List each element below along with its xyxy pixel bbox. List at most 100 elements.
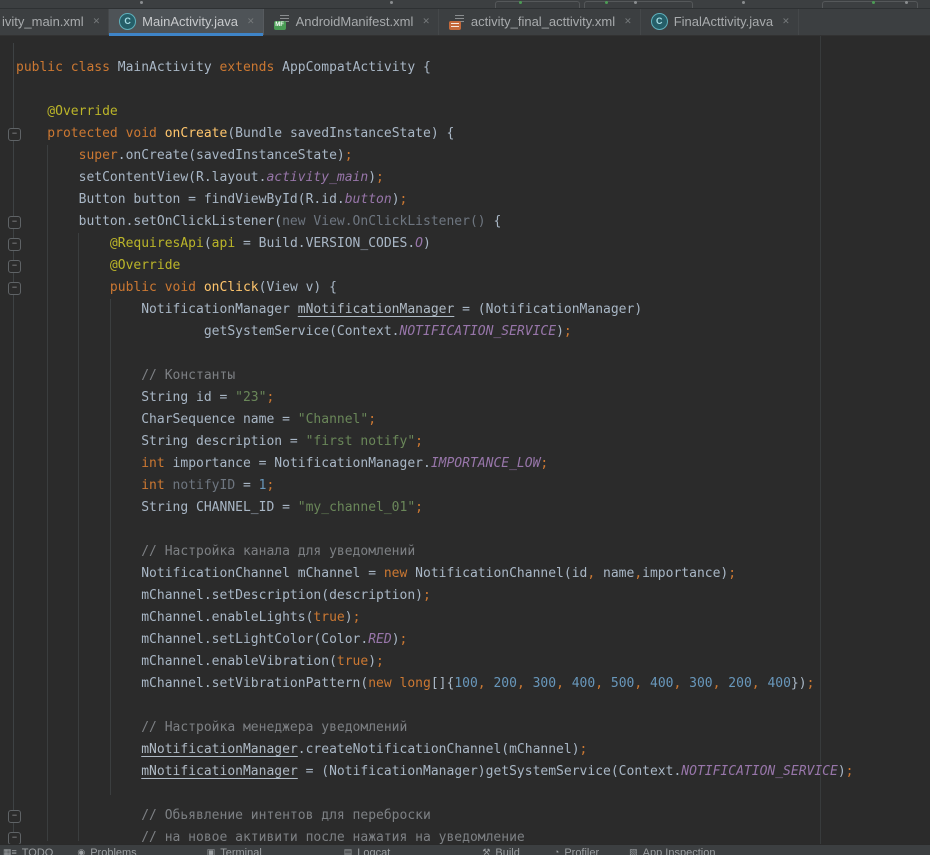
toolbar-dot-icon <box>140 1 143 4</box>
code-line: protected void onCreate(Bundle savedInst… <box>16 123 930 145</box>
tab-bar: ivity_main.xml ✕ C MainActivity.java ✕ MF Andr… <box>0 8 930 36</box>
toolbar-dot-icon <box>905 1 908 4</box>
main-toolbar-sliver <box>0 0 930 9</box>
toolbar-dot-icon <box>390 1 393 4</box>
code-line <box>16 519 930 541</box>
code-line: mNotificationManager = (NotificationMana… <box>16 761 930 783</box>
code-line: // Настройка менеджера уведомлений <box>16 717 930 739</box>
toolbar-dot-icon <box>634 1 637 4</box>
tool-window-button-app-inspection[interactable]: ▧ App Inspection <box>629 845 715 855</box>
tab-finalacttivity-java[interactable]: C FinalActtivity.java ✕ <box>641 8 799 35</box>
code-line: public void onClick(View v) { <box>16 277 930 299</box>
gutter-fold-line <box>13 43 14 841</box>
tool-window-stripe-icon[interactable]: ▦ <box>3 845 12 855</box>
tool-window-bar: ▦ ≡ TODO ◉ Problems ▣ Terminal ▤ Logcat ⚒ Build ◔ P… <box>0 844 930 855</box>
code-line: int notifyID = 1; <box>16 475 930 497</box>
code-line: setContentView(R.layout.activity_main); <box>16 167 930 189</box>
code-line: String id = "23"; <box>16 387 930 409</box>
code-line: @Override <box>16 255 930 277</box>
code-line: CharSequence name = "Channel"; <box>16 409 930 431</box>
code-line: getSystemService(Context.NOTIFICATION_SE… <box>16 321 930 343</box>
code-line: // Константы <box>16 365 930 387</box>
code-line: // на новое активити после нажатия на ув… <box>16 827 930 845</box>
code-line: public class MainActivity extends AppCom… <box>16 57 930 79</box>
tool-window-button-todo[interactable]: ≡ TODO <box>12 845 54 855</box>
tool-window-button-label: Problems <box>90 847 136 855</box>
java-class-icon: C <box>651 13 668 30</box>
todo-icon: ≡ <box>12 847 17 855</box>
tool-window-button-label: App Inspection <box>643 847 716 855</box>
code-line: @RequiresApi(api = Build.VERSION_CODES.O… <box>16 233 930 255</box>
tab-androidmanifest-xml[interactable]: MF AndroidManifest.xml ✕ <box>264 8 439 35</box>
fold-marker-icon[interactable]: − <box>8 238 21 251</box>
tab-close-icon[interactable]: ✕ <box>247 16 255 27</box>
tab-label: FinalActtivity.java <box>674 14 773 29</box>
tab-label: activity_final_acttivity.xml <box>471 14 615 29</box>
toolbar-run-dot-icon <box>519 1 522 4</box>
tab-label: MainActivity.java <box>142 14 238 29</box>
code-line: // Настройка канала для уведомлений <box>16 541 930 563</box>
tab-activity-final-acttivity-xml[interactable]: activity_final_acttivity.xml ✕ <box>439 8 641 35</box>
code-line: // Обьявление интентов для переброски <box>16 805 930 827</box>
tab-close-icon[interactable]: ✕ <box>93 16 101 27</box>
code-line: mNotificationManager.createNotificationC… <box>16 739 930 761</box>
tab-mainactivity-java[interactable]: C MainActivity.java ✕ <box>109 8 263 35</box>
tool-window-button-profiler[interactable]: ◔ Profiler <box>554 845 599 855</box>
manifest-file-icon: MF <box>274 14 290 30</box>
tool-window-button-label: Logcat <box>357 847 390 855</box>
code-line: int importance = NotificationManager.IMP… <box>16 453 930 475</box>
code-line: Button button = findViewById(R.id.button… <box>16 189 930 211</box>
layout-file-icon <box>449 14 465 30</box>
code-line: mChannel.enableVibration(true); <box>16 651 930 673</box>
tab-close-icon[interactable]: ✕ <box>422 16 430 27</box>
tool-window-button-label: Terminal <box>220 847 262 855</box>
toolbar-run-dot-icon <box>872 1 875 4</box>
code-line: mChannel.setVibrationPattern(new long[]{… <box>16 673 930 695</box>
app-inspection-icon: ▧ <box>629 847 638 855</box>
fold-marker-icon[interactable]: − <box>8 810 21 823</box>
tool-window-button-build[interactable]: ⚒ Build <box>482 845 520 855</box>
tab-label: AndroidManifest.xml <box>296 14 414 29</box>
code-line: NotificationManager mNotificationManager… <box>16 299 930 321</box>
code-editor[interactable]: public class MainActivity extends AppCom… <box>0 35 930 845</box>
problems-icon: ◉ <box>77 847 85 855</box>
ide-window: ivity_main.xml ✕ C MainActivity.java ✕ MF Andr… <box>0 0 930 855</box>
toolbar-button-outline[interactable] <box>495 1 580 9</box>
toolbar-run-dot-icon <box>605 1 608 4</box>
code-line: mChannel.enableLights(true); <box>16 607 930 629</box>
tool-window-button-logcat[interactable]: ▤ Logcat <box>344 845 391 855</box>
terminal-icon: ▣ <box>207 847 216 855</box>
fold-marker-icon[interactable]: − <box>8 216 21 229</box>
tool-window-button-problems[interactable]: ◉ Problems <box>77 845 136 855</box>
code-line: @Override <box>16 101 930 123</box>
code-line <box>16 783 930 805</box>
build-icon: ⚒ <box>482 847 490 855</box>
tab-close-icon[interactable]: ✕ <box>624 16 632 27</box>
tab-label: ivity_main.xml <box>2 14 84 29</box>
code-line: String CHANNEL_ID = "my_channel_01"; <box>16 497 930 519</box>
fold-marker-icon[interactable]: − <box>8 282 21 295</box>
logcat-icon: ▤ <box>344 847 353 855</box>
tool-window-button-label: Profiler <box>564 847 599 855</box>
profiler-icon: ◔ <box>554 847 559 855</box>
code-line: button.setOnClickListener(new View.OnCli… <box>16 211 930 233</box>
code-line: mChannel.setDescription(description); <box>16 585 930 607</box>
tab-ivity-main-xml[interactable]: ivity_main.xml ✕ <box>0 8 109 35</box>
java-class-icon: C <box>119 13 136 30</box>
code-area[interactable]: public class MainActivity extends AppCom… <box>16 57 930 845</box>
code-line <box>16 343 930 365</box>
tab-close-icon[interactable]: ✕ <box>782 16 790 27</box>
fold-marker-icon[interactable]: − <box>8 128 21 141</box>
tool-window-button-label: TODO <box>22 847 54 855</box>
code-line <box>16 79 930 101</box>
code-line: mChannel.setLightColor(Color.RED); <box>16 629 930 651</box>
tool-window-button-label: Build <box>495 847 519 855</box>
code-line: String description = "first notify"; <box>16 431 930 453</box>
toolbar-button-outline[interactable] <box>584 1 693 9</box>
tool-window-button-terminal[interactable]: ▣ Terminal <box>207 845 262 855</box>
code-line <box>16 695 930 717</box>
fold-marker-icon[interactable]: − <box>8 260 21 273</box>
code-line: NotificationChannel mChannel = new Notif… <box>16 563 930 585</box>
toolbar-dot-icon <box>742 1 745 4</box>
toolbar-button-outline[interactable] <box>822 1 918 9</box>
